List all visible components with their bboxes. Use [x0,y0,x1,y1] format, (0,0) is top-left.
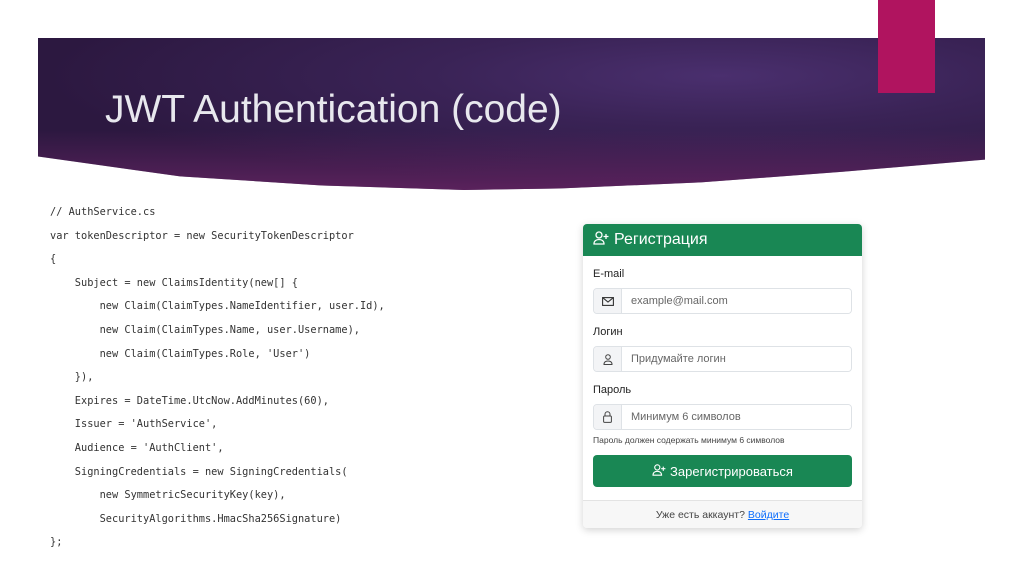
lock-icon [594,405,622,429]
code-line: new Claim(ClaimTypes.NameIdentifier, use… [50,300,385,313]
password-label: Пароль [593,384,632,396]
code-line: new Claim(ClaimTypes.Name, user.Username… [50,323,360,336]
password-help: Пароль должен содержать минимум 6 символ… [593,435,785,445]
accent-bar [878,0,935,93]
code-line: { [50,253,57,266]
code-line: var tokenDescriptor = new SecurityTokenD… [50,229,354,242]
card-title: Регистрация [614,231,708,248]
code-line: Subject = new ClaimsIdentity(new[] { [50,276,298,289]
code-line: Expires = DateTime.UtcNow.AddMinutes(60)… [50,394,329,407]
register-button-label: Зарегистрироваться [670,463,793,479]
login-link[interactable]: Войдите [748,509,789,521]
footer-text: Уже есть аккаунт? [655,508,745,521]
code-line: SigningCredentials = new SigningCredenti… [50,465,348,478]
code-line: new Claim(ClaimTypes.Role, 'User') [50,347,311,360]
password-input[interactable] [622,405,851,429]
slide-title: JWT Authentication (code) [105,88,562,131]
email-input[interactable] [622,289,851,313]
card-header: Регистрация [583,224,862,256]
password-group [593,404,852,430]
envelope-icon [594,289,622,313]
code-line: }), [50,371,94,384]
code-line: Audience = 'AuthClient', [50,441,224,454]
person-plus-icon [652,463,666,479]
code-line: new SymmetricSecurityKey(key), [50,489,286,502]
code-line: SecurityAlgorithms.HmacSha256Signature) [50,512,342,525]
code-line: }; [50,536,63,549]
card-footer: Уже есть аккаунт? Войдите [583,500,862,528]
person-plus-icon [593,230,609,250]
register-button[interactable]: Зарегистрироваться [593,455,852,487]
registration-card: Регистрация E-mail Логин Пароль Пароль д… [583,224,862,528]
code-block: // AuthService.cs var tokenDescriptor = … [50,204,385,558]
login-label: Логин [593,326,623,338]
email-label: E-mail [593,268,625,280]
login-input[interactable] [622,347,851,371]
email-group [593,288,852,314]
login-group [593,346,852,372]
code-line: Issuer = 'AuthService', [50,418,218,431]
code-line: // AuthService.cs [50,206,156,218]
person-icon [594,347,622,371]
